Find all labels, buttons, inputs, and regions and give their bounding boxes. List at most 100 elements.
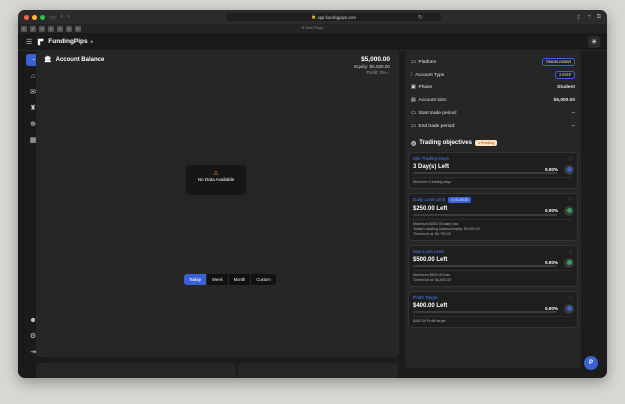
info-icon[interactable]: ⓘ bbox=[569, 197, 574, 203]
end-period-value: -- bbox=[571, 123, 575, 129]
no-data-message: ⚠ No Data Available bbox=[186, 165, 246, 195]
objective-card: ⓘ Max Loss Limit $500.00 Left 0.00% Maximum … bbox=[408, 244, 578, 287]
account-type-label: Account Type bbox=[415, 72, 445, 78]
phase-label: Phase bbox=[418, 85, 433, 91]
progress-indicator bbox=[564, 205, 574, 216]
share-icon[interactable]: ⇪ bbox=[576, 14, 581, 21]
end-period-label: End trade period: bbox=[418, 123, 456, 129]
objective-note: Minimum 3 trading days bbox=[413, 179, 452, 184]
menu-icon[interactable]: ☰ bbox=[26, 38, 32, 46]
objective-cards: ⓘ Min Trading Days 3 Day(s) Left 0.00% Minim… bbox=[405, 151, 581, 328]
objective-percent: 0.00% bbox=[544, 207, 558, 213]
info-icon[interactable]: ⓘ bbox=[569, 156, 574, 162]
warning-icon: ⚠ bbox=[213, 171, 219, 177]
account-type-row: ⁞ Account Type 2 STEP bbox=[411, 69, 575, 82]
objectives-header: ◎ Trading objectives ● Pending bbox=[411, 140, 575, 147]
objectives-title: Trading objectives bbox=[419, 140, 472, 147]
range-month-button[interactable]: Month bbox=[229, 274, 252, 285]
layers-icon: ⁞ bbox=[411, 72, 413, 78]
timer-text: 01:26:20 bbox=[455, 197, 469, 202]
start-period-row: ▭ Start trade period: -- bbox=[411, 107, 575, 120]
platform-row: ▭ Platform TRADELOCKER bbox=[411, 56, 575, 69]
end-period-row: ▭ End trade period: -- bbox=[411, 120, 575, 133]
start-period-value: -- bbox=[571, 111, 575, 117]
range-today-button[interactable]: Today bbox=[184, 274, 208, 285]
objective-note: Threshold at: $4,750.00 bbox=[413, 231, 451, 236]
start-page-tab[interactable]: ⊕ Start Page bbox=[18, 25, 607, 30]
bank-icon: 🏛 bbox=[44, 57, 52, 63]
objective-title-row: Max Loss Limit bbox=[413, 249, 573, 254]
status-badge: ● Pending bbox=[474, 140, 498, 147]
objective-title: Profit Target bbox=[413, 294, 438, 300]
range-custom-button[interactable]: Custom bbox=[251, 274, 275, 285]
reload-icon[interactable]: ↻ bbox=[418, 14, 423, 21]
equity-value: Equity: $5,000.00 bbox=[354, 64, 390, 69]
account-size-row: ▤ Account size: $5,000.00 bbox=[411, 94, 575, 107]
tab-bar: ▪ ▪ ▪ ▪ ▪ ▪ ▪ ⊕ Start Page bbox=[18, 24, 607, 33]
account-size-value: $5,000.00 bbox=[553, 98, 575, 104]
account-details-panel: ▭ Platform TRADELOCKER ⁞ Account Type 2 ST… bbox=[405, 51, 581, 368]
zoom-window-button[interactable] bbox=[40, 14, 45, 20]
start-page-tab-label: Start Page bbox=[305, 26, 324, 30]
phase-row: ▣ Phase Student bbox=[411, 82, 575, 95]
phase-value: Student bbox=[557, 85, 575, 91]
account-size-label: Account size: bbox=[418, 98, 448, 104]
chat-button[interactable]: P bbox=[584, 356, 598, 370]
objective-card: ⓘ Min Trading Days 3 Day(s) Left 0.00% Minim… bbox=[408, 151, 578, 189]
timer-badge: ◷ 01:26:20 bbox=[448, 196, 472, 203]
objective-card: ⓘ Profit Target $400.00 Left 0.00% $400.00 P… bbox=[408, 290, 578, 328]
objective-notes: $400.00 Profit target bbox=[413, 315, 573, 324]
objective-card: ⓘ Daily Loss Limit ◷ 01:26:20 $250.00 Left 0… bbox=[408, 192, 578, 241]
objective-title-row: Min Trading Days bbox=[413, 156, 573, 161]
status-text: Pending bbox=[480, 141, 495, 146]
account-balance-panel: 🏛 Account Balance $5,000.00 Equity: $5,0… bbox=[36, 51, 399, 357]
theme-toggle-button[interactable]: ✳ bbox=[588, 35, 600, 48]
progress-indicator bbox=[564, 303, 574, 314]
platform-icon: ▭ bbox=[411, 59, 416, 65]
address-bar[interactable]: 🔒 app.fundingpips.com bbox=[226, 13, 441, 21]
balance-value: $5,000.00 bbox=[361, 56, 390, 63]
close-window-button[interactable] bbox=[24, 14, 29, 20]
phase-icon: ▣ bbox=[411, 85, 416, 91]
trademark: ® bbox=[90, 39, 93, 44]
progress-bar bbox=[413, 171, 557, 174]
info-icon[interactable]: ⓘ bbox=[569, 295, 574, 301]
range-selector: Today Week Month Custom bbox=[184, 274, 276, 285]
app-logo[interactable]: FundingPips ® bbox=[37, 38, 93, 46]
account-balance-title: 🏛 Account Balance bbox=[44, 56, 105, 64]
back-icon[interactable]: ‹ bbox=[61, 14, 63, 20]
balance-summary: $5,000.00 Equity: $5,000.00 Profit: 0% ↑ bbox=[354, 56, 390, 75]
objective-title: Min Trading Days bbox=[413, 155, 449, 161]
objective-percent: 0.00% bbox=[544, 305, 558, 311]
start-period-label: Start trade period: bbox=[418, 111, 457, 117]
account-balance-label: Account Balance bbox=[55, 56, 105, 63]
calendar-icon: ▭ bbox=[411, 123, 416, 129]
fundingpips-logo-icon bbox=[38, 38, 44, 45]
progress-bar bbox=[413, 213, 557, 216]
objective-notes: Minimum 3 trading days bbox=[413, 176, 573, 185]
objective-title-row: Daily Loss Limit ◷ 01:26:20 bbox=[413, 196, 573, 203]
minimize-window-button[interactable] bbox=[32, 14, 37, 20]
objective-notes: Maximum $250.00 daily loss Today's starti… bbox=[413, 218, 573, 237]
progress-indicator bbox=[564, 164, 574, 175]
tabs-overview-icon[interactable]: ⧉ bbox=[597, 14, 601, 21]
sidebar-toggle-icon[interactable]: ▭ bbox=[50, 14, 56, 21]
platform-label: Platform bbox=[418, 59, 437, 65]
objective-title: Daily Loss Limit bbox=[413, 197, 446, 203]
calendar-icon: ▭ bbox=[411, 111, 416, 117]
progress-bar bbox=[413, 264, 557, 267]
no-data-text: No Data Available bbox=[197, 177, 235, 182]
url-text: app.fundingpips.com bbox=[317, 14, 357, 20]
bottom-panel bbox=[238, 363, 398, 378]
new-tab-icon[interactable]: + bbox=[587, 14, 591, 20]
app-header: ☰ FundingPips ® ✳ bbox=[18, 33, 607, 51]
forward-icon[interactable]: › bbox=[68, 14, 70, 20]
account-type-badge: 2 STEP bbox=[555, 71, 575, 80]
info-icon[interactable]: ⓘ bbox=[569, 249, 574, 255]
objective-note: $400.00 Profit target bbox=[413, 318, 446, 323]
progress-bar bbox=[413, 310, 557, 313]
objective-note: Threshold at: $4,500.00 bbox=[413, 277, 451, 282]
bottom-panel bbox=[36, 363, 236, 378]
range-week-button[interactable]: Week bbox=[207, 274, 229, 285]
browser-toolbar: ▭ ‹ › 🔒 app.fundingpips.com ↻ ⇪ + ⧉ bbox=[18, 10, 607, 24]
